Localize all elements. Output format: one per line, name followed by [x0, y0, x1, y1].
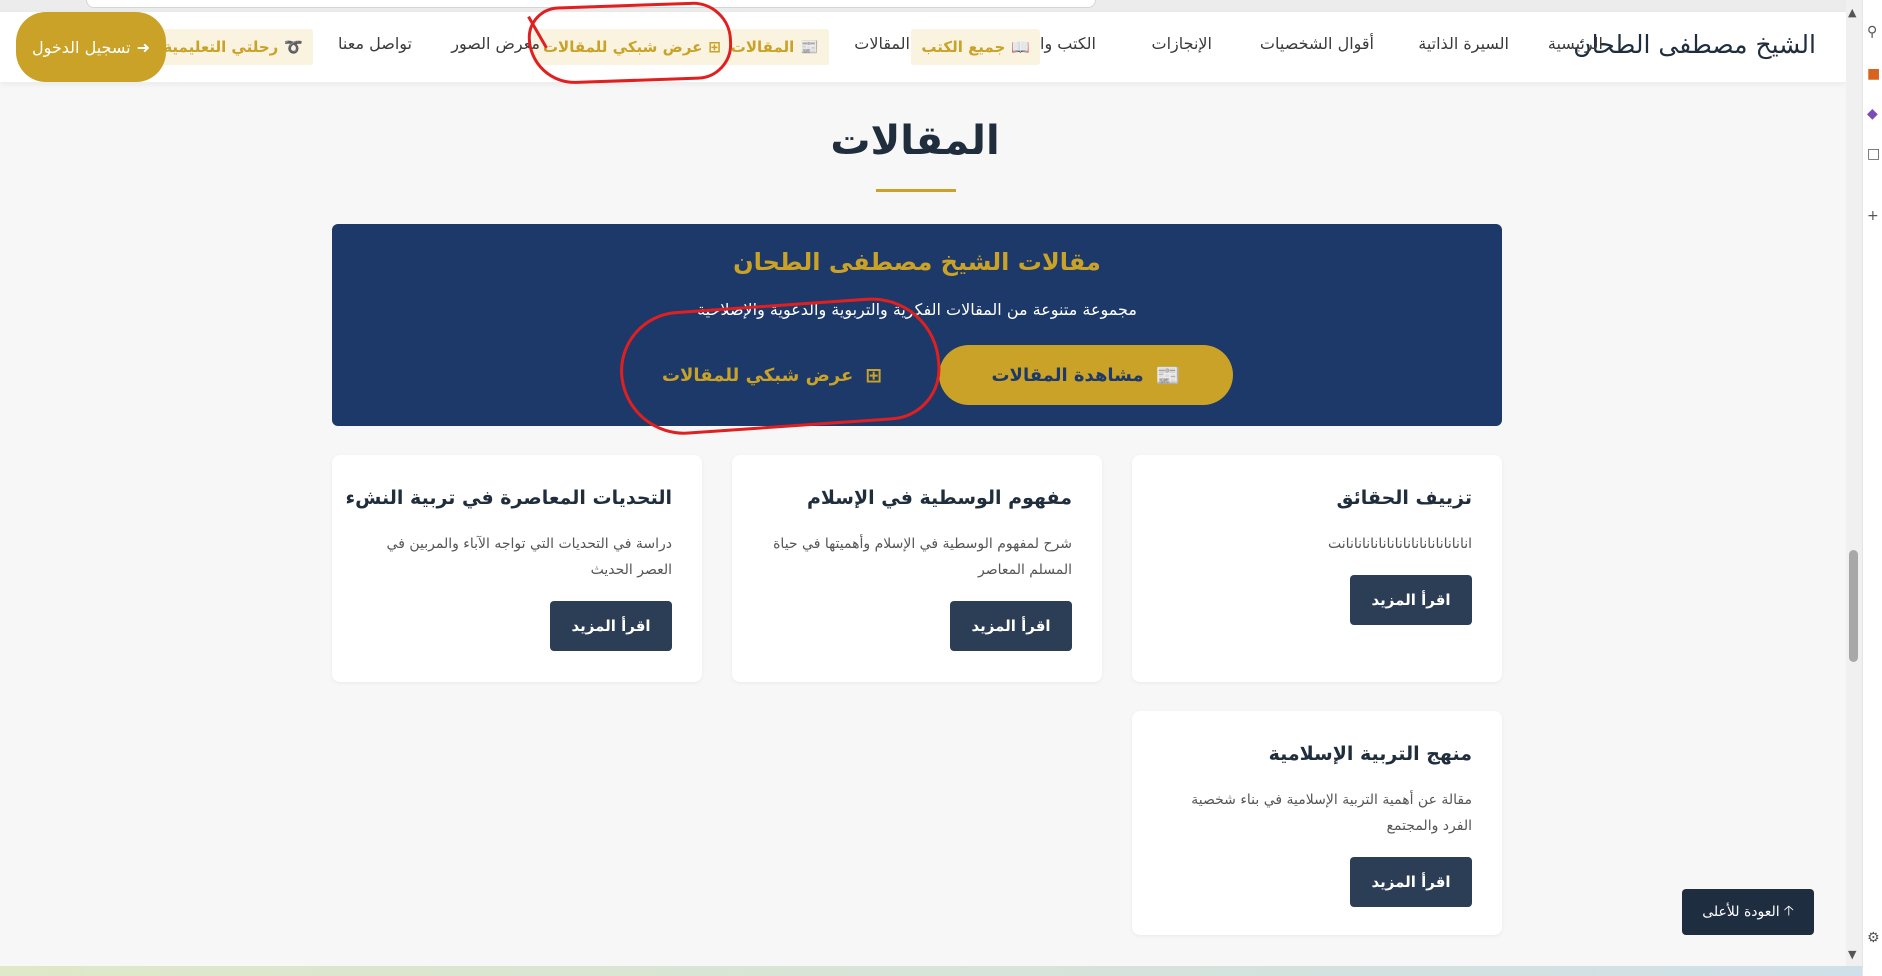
scrollbar-track[interactable] — [1846, 0, 1862, 966]
nav-home[interactable]: الرئيسية — [1548, 34, 1603, 53]
route-icon: ➰ — [284, 38, 303, 56]
article-title[interactable]: التحديات المعاصرة في تربية النشء — [345, 487, 672, 509]
article-excerpt: دراسة في التحديات التي تواجه الآباء والم… — [386, 536, 672, 578]
hero-banner: مقالات الشيخ مصطفى الطحان مجموعة متنوعة … — [332, 224, 1502, 426]
nav-grid-view[interactable]: ⊞ عرض شبكي للمقالات — [532, 29, 731, 65]
arrow-up-icon: 🡡 — [1783, 903, 1794, 919]
browser-top-strip — [0, 0, 1850, 12]
article-excerpt: شرح لمفهوم الوسطية في الإسلام وأهميتها ف… — [773, 536, 1072, 578]
nav-contact[interactable]: تواصل معنا — [338, 34, 412, 53]
login-button[interactable]: ➜ تسجيل الدخول — [16, 12, 166, 82]
site-brand[interactable]: الشيخ مصطفى الطحان — [1573, 30, 1816, 59]
newspaper-icon: 📰 — [1155, 363, 1181, 387]
nav-articles-pill-label: المقالات — [730, 38, 795, 56]
read-more-button[interactable]: اقرأ المزيد — [950, 601, 1072, 651]
read-more-button[interactable]: اقرأ المزيد — [1350, 575, 1472, 625]
browser-bottom-strip — [0, 966, 1862, 976]
nav-journey[interactable]: ➰ رحلتي التعليمية — [153, 29, 313, 65]
address-bar[interactable] — [86, 0, 1096, 8]
nav-articles[interactable]: المقالات — [854, 34, 910, 53]
book-open-icon: 📖 — [1011, 38, 1030, 56]
hero-subtitle: مجموعة متنوعة من المقالات الفكرية والترب… — [697, 300, 1137, 319]
nav-all-books-label: جميع الكتب — [921, 38, 1006, 56]
sign-in-icon: ➜ — [136, 37, 150, 57]
layers-icon[interactable]: ◆ — [1867, 106, 1878, 122]
view-articles-button[interactable]: 📰 مشاهدة المقالات — [939, 345, 1233, 405]
nav-all-books[interactable]: 📖 جميع الكتب — [911, 29, 1040, 65]
grid-icon: ⊞ — [865, 363, 883, 387]
article-excerpt: مقالة عن أهمية التربية الإسلامية في بناء… — [1191, 792, 1472, 834]
article-card: التحديات المعاصرة في تربية النشء دراسة ف… — [332, 455, 702, 682]
back-to-top-label: العودة للأعلى — [1702, 904, 1780, 920]
grid-view-label: عرض شبكي للمقالات — [661, 364, 854, 386]
nav-biography[interactable]: السيرة الذاتية — [1418, 34, 1509, 53]
login-label: تسجيل الدخول — [32, 37, 131, 57]
nav-articles-pill[interactable]: 📰 المقالات — [720, 29, 829, 65]
view-articles-label: مشاهدة المقالات — [991, 364, 1144, 386]
grid-view-button[interactable]: ⊞ عرض شبكي للمقالات — [622, 345, 922, 405]
bag-icon[interactable]: ■ — [1867, 66, 1880, 82]
article-card: منهج التربية الإسلامية مقالة عن أهمية ال… — [1132, 711, 1502, 935]
scroll-down-arrow[interactable]: ▼ — [1848, 948, 1856, 961]
nav-journey-label: رحلتي التعليمية — [163, 38, 279, 56]
nav-grid-view-label: عرض شبكي للمقالات — [542, 38, 703, 56]
search-icon[interactable]: ⚲ — [1867, 24, 1877, 40]
hero-title: مقالات الشيخ مصطفى الطحان — [733, 248, 1101, 276]
read-more-button[interactable]: اقرأ المزيد — [1350, 857, 1472, 907]
nav-quotes[interactable]: أقوال الشخصيات — [1260, 34, 1374, 53]
scrollbar-thumb[interactable] — [1849, 550, 1858, 662]
article-title[interactable]: مفهوم الوسطية في الإسلام — [807, 487, 1072, 509]
title-underline — [876, 189, 956, 192]
nav-achievements[interactable]: الإنجازات — [1152, 34, 1212, 53]
add-icon[interactable]: + — [1867, 208, 1879, 224]
navbar: الشيخ مصطفى الطحان الرئيسية السيرة الذات… — [0, 12, 1846, 82]
article-card: تزييف الحقائق انانانانانانانانانانانانان… — [1132, 455, 1502, 682]
scroll-up-arrow[interactable]: ▲ — [1848, 6, 1856, 19]
office-icon[interactable]: □ — [1867, 146, 1880, 162]
newspaper-icon: 📰 — [800, 38, 819, 56]
gear-icon[interactable]: ⚙ — [1867, 930, 1880, 946]
article-title[interactable]: منهج التربية الإسلامية — [1269, 743, 1472, 765]
article-card: مفهوم الوسطية في الإسلام شرح لمفهوم الوس… — [732, 455, 1102, 682]
page-title: المقالات — [830, 118, 1000, 164]
read-more-button[interactable]: اقرأ المزيد — [550, 601, 672, 651]
back-to-top-button[interactable]: 🡡 العودة للأعلى — [1682, 889, 1814, 935]
article-excerpt: انانانانانانانانانانانانانانانانت — [1328, 536, 1472, 552]
browser-side-panel: ⚲ ■ ◆ □ + ⚙ — [1862, 0, 1882, 976]
article-title[interactable]: تزييف الحقائق — [1337, 487, 1473, 509]
grid-icon: ⊞ — [708, 38, 721, 56]
